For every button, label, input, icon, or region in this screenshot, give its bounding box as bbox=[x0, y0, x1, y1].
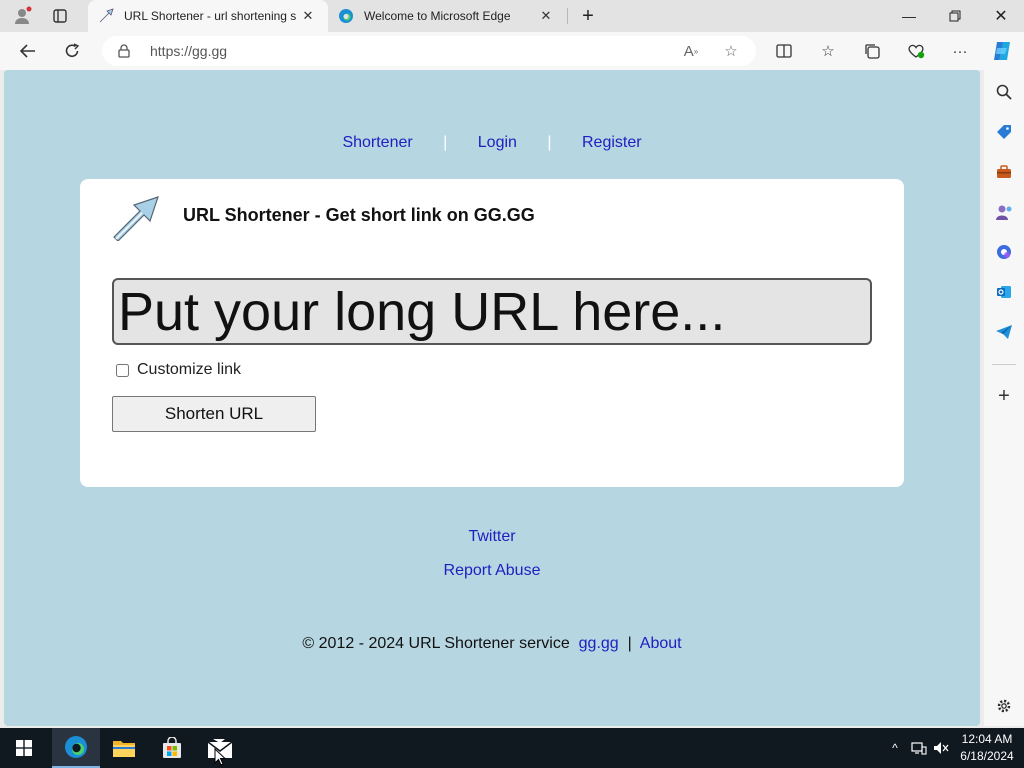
folder-icon bbox=[113, 741, 135, 757]
shopping-tag-icon[interactable] bbox=[990, 118, 1018, 146]
edge-icon bbox=[65, 736, 87, 758]
profile-icon bbox=[15, 6, 32, 24]
shortener-card: URL Shortener - Get short link on GG.GG … bbox=[80, 179, 904, 487]
mouse-cursor-icon bbox=[214, 748, 226, 766]
taskbar-file-explorer-button[interactable] bbox=[100, 728, 148, 768]
restore-icon bbox=[949, 10, 961, 22]
profile-button[interactable] bbox=[6, 0, 40, 32]
top-navigation: Shortener | Login | Register bbox=[4, 134, 980, 152]
clock-time: 12:04 AM bbox=[961, 732, 1013, 746]
tools-briefcase-icon[interactable] bbox=[990, 158, 1018, 186]
restore-button[interactable] bbox=[940, 0, 970, 32]
copilot-icon[interactable] bbox=[988, 37, 1016, 65]
footer-twitter-row: Twitter bbox=[4, 528, 980, 546]
show-hidden-icons-chevron-icon[interactable]: ^ bbox=[886, 740, 904, 756]
send-telegram-icon[interactable] bbox=[990, 318, 1018, 346]
edge-sidebar: + bbox=[984, 70, 1024, 726]
tab-actions-icon bbox=[53, 9, 67, 23]
nav-login-link[interactable]: Login bbox=[478, 134, 517, 151]
sidebar-settings-gear-icon[interactable] bbox=[990, 692, 1018, 720]
outlook-icon[interactable] bbox=[990, 278, 1018, 306]
plus-icon: + bbox=[582, 4, 594, 27]
arrow-logo-icon bbox=[113, 196, 159, 241]
lock-icon[interactable] bbox=[118, 44, 132, 58]
microsoft-365-icon[interactable] bbox=[990, 238, 1018, 266]
back-button[interactable] bbox=[14, 37, 42, 65]
taskbar-store-button[interactable] bbox=[148, 728, 196, 768]
shortener-favicon-icon bbox=[98, 8, 114, 24]
minimize-button[interactable]: — bbox=[894, 0, 924, 32]
windows-logo-icon bbox=[16, 740, 32, 756]
close-icon: ✕ bbox=[994, 8, 1008, 25]
back-arrow-icon bbox=[20, 44, 35, 58]
copyright-line: © 2012 - 2024 URL Shortener service gg.g… bbox=[4, 635, 980, 653]
system-clock[interactable]: 12:04 AM 6/18/2024 bbox=[952, 731, 1022, 765]
read-aloud-icon[interactable]: A» bbox=[678, 36, 704, 66]
shorten-url-button[interactable]: Shorten URL bbox=[112, 396, 316, 432]
long-url-input[interactable] bbox=[112, 278, 872, 345]
copyright-text: © 2012 - 2024 URL Shortener service bbox=[302, 635, 570, 652]
tab-divider bbox=[567, 8, 568, 24]
tab-url-shortener[interactable]: URL Shortener - url shortening se ✕ bbox=[88, 0, 328, 32]
customize-link-checkbox[interactable] bbox=[116, 363, 129, 377]
clock-date: 6/18/2024 bbox=[960, 749, 1014, 763]
collections-icon[interactable] bbox=[858, 37, 886, 65]
sidebar-divider bbox=[992, 364, 1016, 365]
report-abuse-link[interactable]: Report Abuse bbox=[444, 562, 541, 579]
tab-bar: URL Shortener - url shortening se ✕ Welc… bbox=[0, 0, 1024, 32]
card-title: URL Shortener - Get short link on GG.GG bbox=[183, 205, 535, 225]
edge-favicon-icon bbox=[338, 8, 354, 24]
nav-shortener-link[interactable]: Shortener bbox=[342, 134, 412, 151]
favorites-icon[interactable]: ☆ bbox=[814, 37, 842, 65]
site-link[interactable]: gg.gg bbox=[579, 635, 619, 652]
address-toolbar: https://gg.gg A» ☆ ☆ ··· bbox=[0, 32, 1024, 70]
url-text: https://gg.gg bbox=[150, 43, 228, 59]
more-options-icon[interactable]: ··· bbox=[946, 37, 974, 65]
start-button[interactable] bbox=[0, 728, 48, 768]
customize-link-option[interactable]: Customize link bbox=[116, 361, 241, 379]
minimize-icon: — bbox=[902, 8, 916, 24]
tab-actions-button[interactable] bbox=[46, 0, 74, 32]
page-viewport: Shortener | Login | Register URL Shorten… bbox=[4, 70, 980, 726]
close-window-button[interactable]: ✕ bbox=[986, 0, 1016, 32]
twitter-link[interactable]: Twitter bbox=[468, 528, 515, 545]
games-icon[interactable] bbox=[990, 198, 1018, 226]
tab-title: URL Shortener - url shortening se bbox=[124, 9, 296, 23]
tab-title: Welcome to Microsoft Edge bbox=[364, 9, 511, 23]
nav-register-link[interactable]: Register bbox=[582, 134, 642, 151]
address-bar[interactable]: https://gg.gg A» ☆ bbox=[102, 36, 756, 66]
close-tab-icon[interactable]: ✕ bbox=[296, 4, 320, 28]
close-tab-icon[interactable]: ✕ bbox=[534, 4, 558, 28]
nav-separator: | bbox=[443, 134, 448, 151]
reload-button[interactable] bbox=[58, 37, 86, 65]
volume-muted-icon[interactable] bbox=[932, 740, 950, 756]
search-icon[interactable] bbox=[990, 78, 1018, 106]
add-favorite-star-icon[interactable]: ☆ bbox=[718, 36, 744, 66]
windows-taskbar: ^ 12:04 AM 6/18/2024 bbox=[0, 728, 1024, 768]
nav-separator: | bbox=[547, 134, 552, 151]
network-icon[interactable] bbox=[910, 740, 928, 756]
add-sidebar-app-icon[interactable]: + bbox=[990, 382, 1018, 410]
footer-report-row: Report Abuse bbox=[4, 562, 980, 580]
footer-separator: | bbox=[627, 635, 632, 652]
tab-welcome-edge[interactable]: Welcome to Microsoft Edge ✕ bbox=[330, 0, 566, 32]
reload-icon bbox=[65, 43, 80, 57]
taskbar-edge-button[interactable] bbox=[52, 728, 100, 768]
split-screen-icon[interactable] bbox=[770, 37, 798, 65]
store-bag-icon bbox=[163, 737, 181, 758]
browser-essentials-icon[interactable] bbox=[902, 37, 930, 65]
customize-link-label: Customize link bbox=[137, 361, 242, 378]
new-tab-button[interactable]: + bbox=[574, 0, 602, 32]
about-link[interactable]: About bbox=[640, 635, 682, 652]
